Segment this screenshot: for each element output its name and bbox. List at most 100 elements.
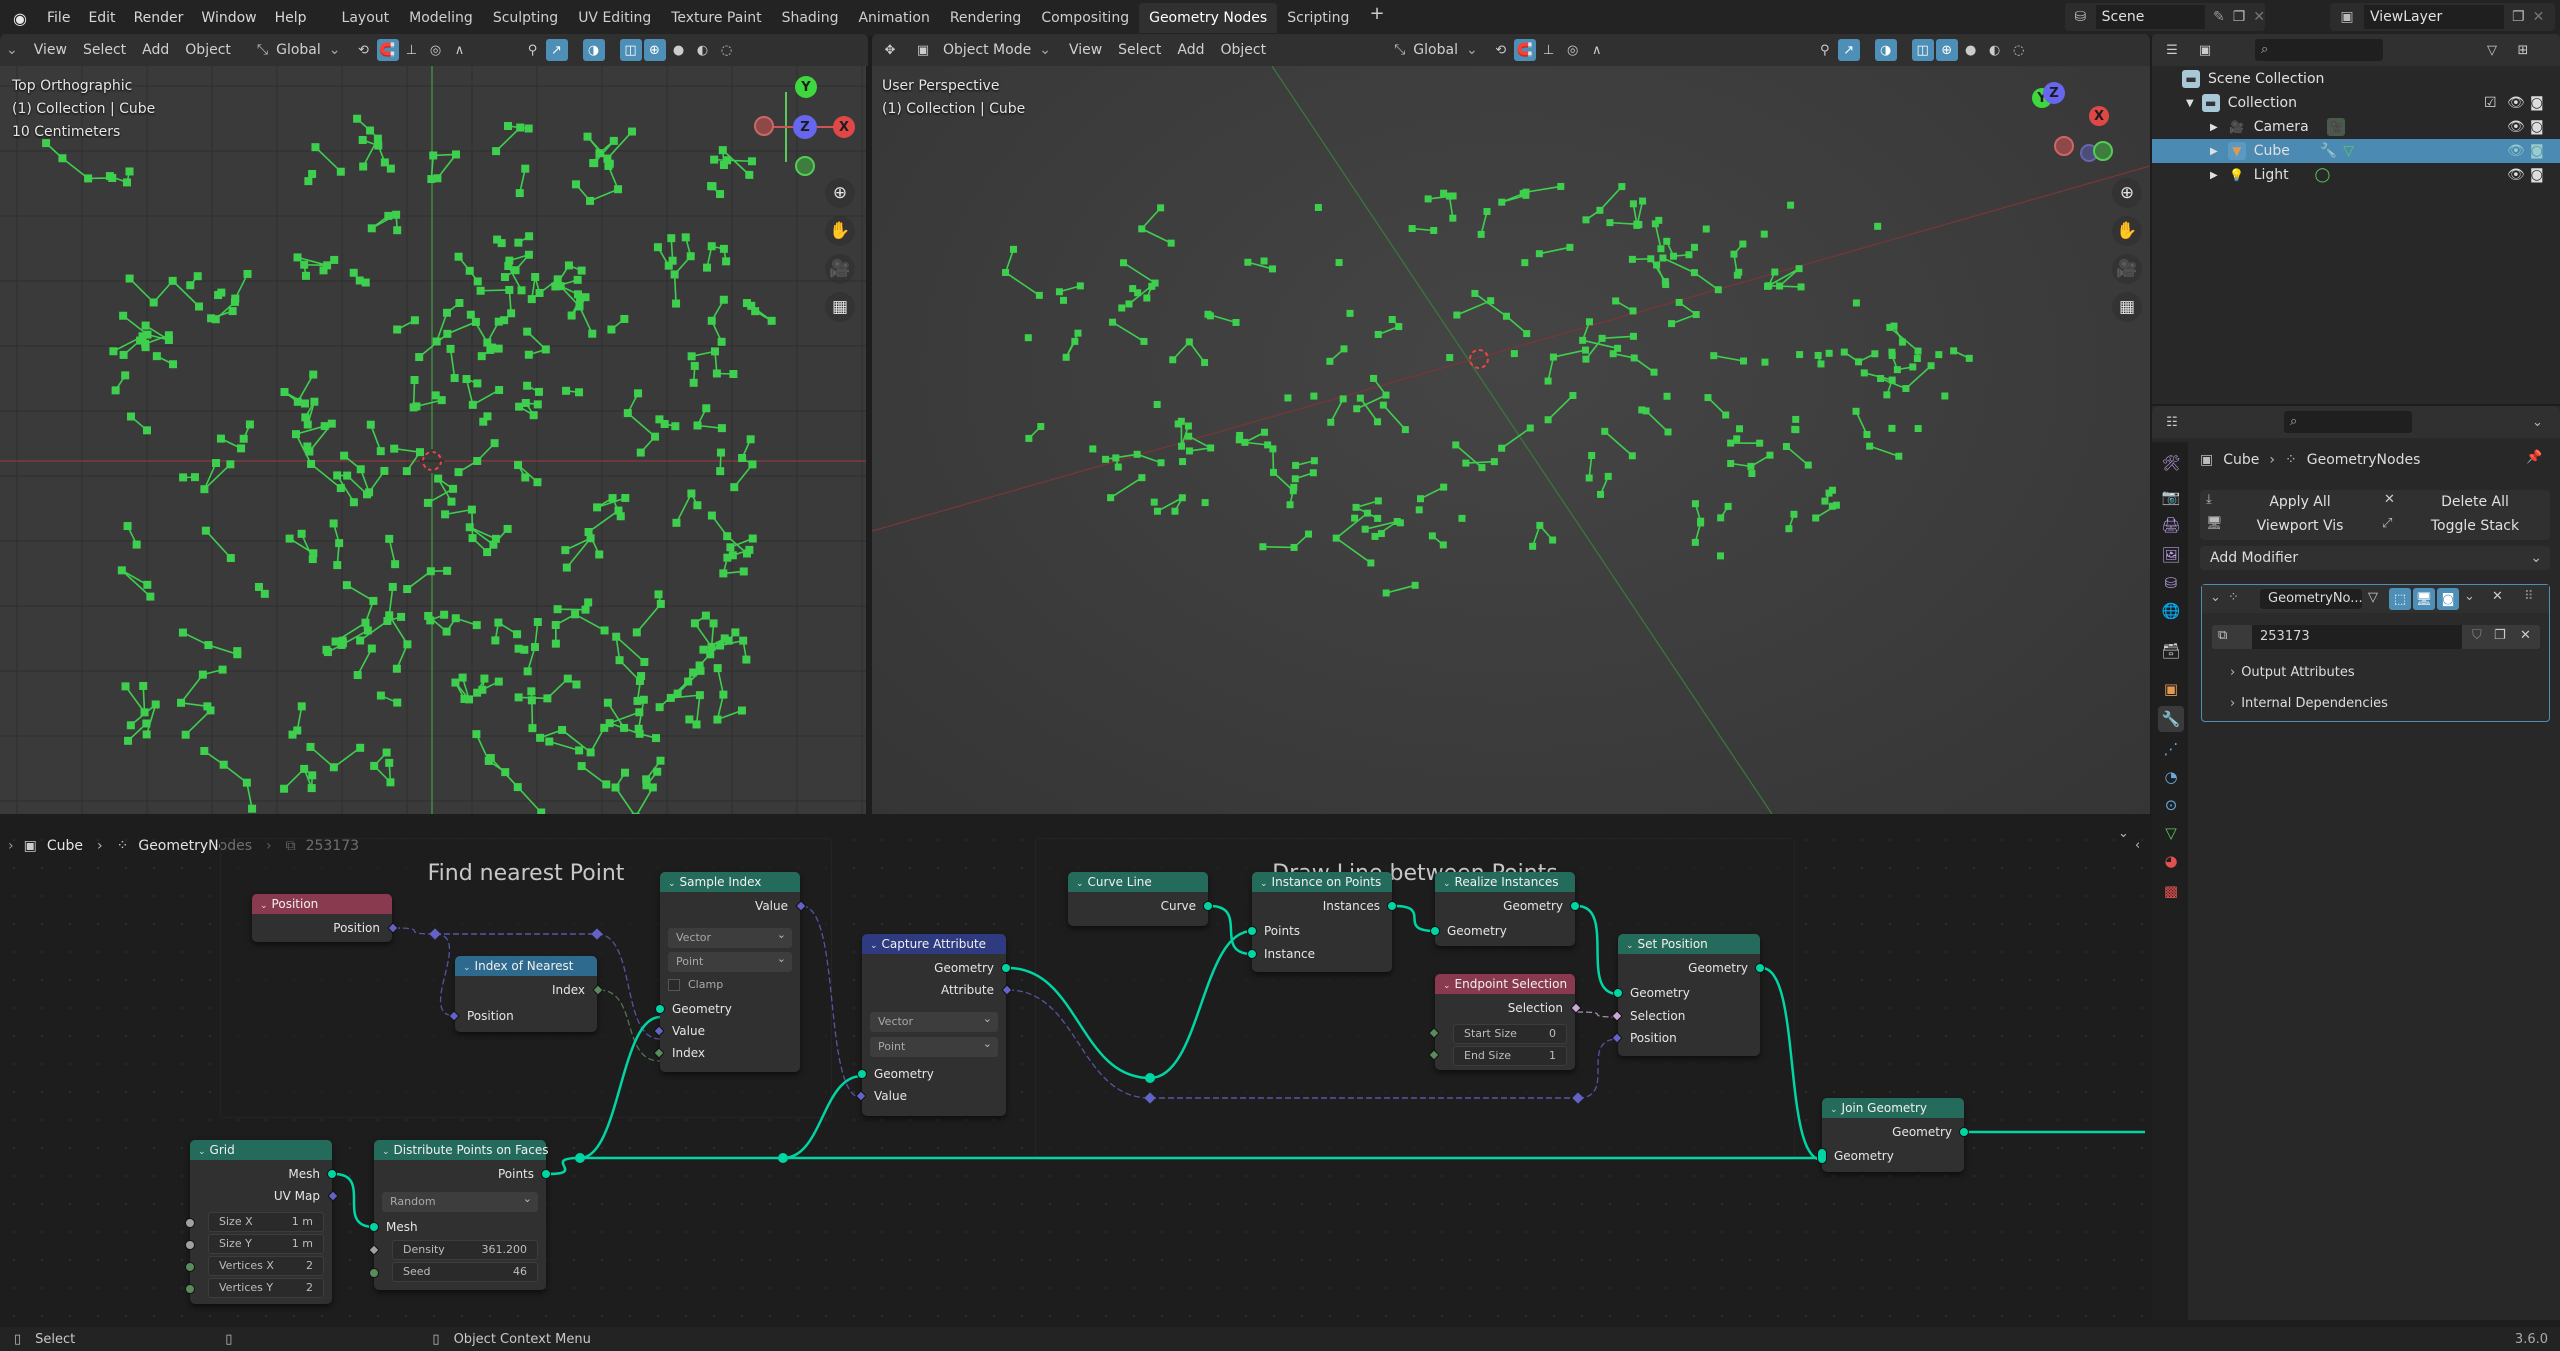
- int-socket[interactable]: [185, 1284, 195, 1294]
- outliner-item-scene-collection[interactable]: ▬ Scene Collection: [2152, 67, 2560, 91]
- node-tree-icon[interactable]: ⧉: [2218, 628, 2227, 643]
- shading-rendered-icon[interactable]: ◌: [2008, 39, 2030, 61]
- node-distribute-points-on-faces[interactable]: ⌄ Distribute Points on Faces Points Rando…: [368, 1140, 551, 1290]
- menu-add[interactable]: Add: [134, 42, 177, 58]
- menu-view[interactable]: View: [1061, 42, 1110, 58]
- node-link[interactable]: [333, 1172, 375, 1229]
- menu-object[interactable]: Object: [177, 42, 239, 58]
- expand-arrow-icon[interactable]: ▶: [2210, 170, 2218, 181]
- particles-tab-icon[interactable]: ⋰: [2158, 736, 2184, 762]
- geometry-socket[interactable]: [1001, 963, 1011, 973]
- render-tab-icon[interactable]: 📷: [2158, 484, 2184, 510]
- editor-type-icon[interactable]: ✥: [879, 39, 901, 61]
- render-camera-icon[interactable]: ◙: [2530, 119, 2544, 135]
- edit-mode-icon[interactable]: ▽: [2368, 590, 2378, 605]
- fake-user-shield-icon[interactable]: ⛉: [2472, 628, 2482, 643]
- gizmo-neg-x-axis[interactable]: [2054, 136, 2074, 156]
- snap-target-icon[interactable]: ⊥: [401, 39, 423, 61]
- float-socket[interactable]: [185, 1240, 195, 1250]
- node-header[interactable]: ⌄ Set Position: [1618, 934, 1760, 954]
- scene-tab-icon[interactable]: ⛁: [2158, 570, 2184, 596]
- pan-hand-icon[interactable]: ✋: [825, 216, 855, 246]
- view-layer-tab-icon[interactable]: 🖼: [2158, 542, 2184, 568]
- vertices-y-field[interactable]: Vertices Y 2: [208, 1278, 324, 1298]
- menu-select[interactable]: Select: [75, 42, 134, 58]
- geometry-socket[interactable]: [1570, 901, 1580, 911]
- header-collapse-icon[interactable]: ⌄: [2118, 826, 2129, 841]
- camera-data-icon[interactable]: 🎥: [2326, 118, 2345, 136]
- collection-tab-icon[interactable]: 🗃: [2158, 638, 2184, 664]
- gizmo-x-axis[interactable]: X: [833, 116, 855, 138]
- add-modifier-dropdown[interactable]: Add Modifier ⌄: [2200, 546, 2550, 570]
- render-camera-icon[interactable]: ◙: [2530, 143, 2544, 159]
- orientation-dropdown[interactable]: Global: [268, 42, 329, 58]
- zoom-icon[interactable]: ⊕: [2112, 178, 2142, 208]
- geometry-socket[interactable]: [1613, 988, 1623, 998]
- pivot-icon[interactable]: ⟲: [1490, 39, 1512, 61]
- gizmo-neg-y-axis[interactable]: [795, 156, 815, 176]
- tab-texture-paint[interactable]: Texture Paint: [661, 3, 771, 33]
- geometry-socket[interactable]: [369, 1222, 379, 1232]
- gizmo-y-axis[interactable]: Y: [795, 76, 817, 98]
- physics-tab-icon[interactable]: ◔: [2158, 764, 2184, 790]
- falloff-icon[interactable]: ∧: [1586, 39, 1608, 61]
- node-capture-attribute[interactable]: ⌄ Capture Attribute Geometry Attribute Ve…: [855, 934, 1013, 1116]
- mode-chevron-icon[interactable]: ⌄: [1039, 42, 1051, 58]
- menu-render[interactable]: Render: [125, 4, 193, 32]
- shading-wireframe-icon[interactable]: ⊕: [643, 39, 666, 61]
- filter-icon[interactable]: ▽: [2481, 39, 2503, 61]
- geometry-socket[interactable]: [1387, 901, 1397, 911]
- texture-tab-icon[interactable]: ▩: [2158, 878, 2184, 904]
- editor-type-chevron-icon[interactable]: ⌄: [6, 42, 18, 58]
- close-viewlayer-icon[interactable]: ✕: [2533, 9, 2545, 25]
- data-type-dropdown[interactable]: Vector: [870, 1009, 998, 1032]
- overlay-toggle-icon[interactable]: ◑: [1874, 39, 1897, 61]
- scene-name-field[interactable]: Scene: [2095, 5, 2205, 29]
- gizmo-neg-x-axis[interactable]: [754, 116, 774, 136]
- shading-material-icon[interactable]: ◐: [692, 39, 714, 61]
- camera-view-icon[interactable]: 🎥: [2112, 254, 2142, 284]
- viewlayer-selector[interactable]: ▣ ViewLayer ❐ ✕: [2330, 3, 2555, 31]
- int-socket[interactable]: [185, 1262, 195, 1272]
- tab-scripting[interactable]: Scripting: [1277, 3, 1359, 33]
- internal-dependencies-panel[interactable]: › Internal Dependencies: [2230, 696, 2388, 711]
- gizmo-neg-y-axis[interactable]: [2093, 141, 2113, 161]
- geometry-socket[interactable]: [1247, 926, 1257, 936]
- shading-material-icon[interactable]: ◐: [1984, 39, 2006, 61]
- reroute-node[interactable]: [575, 1153, 585, 1163]
- geometry-socket[interactable]: [327, 1169, 337, 1179]
- int-socket[interactable]: [369, 1268, 379, 1278]
- output-tab-icon[interactable]: 🖨: [2158, 512, 2184, 538]
- float-socket[interactable]: [185, 1218, 195, 1228]
- menu-select[interactable]: Select: [1110, 42, 1169, 58]
- node-header[interactable]: ⌄ Join Geometry: [1822, 1098, 1964, 1118]
- menu-view[interactable]: View: [26, 42, 75, 58]
- node-header[interactable]: ⌄ Curve Line: [1068, 872, 1208, 892]
- tab-animation[interactable]: Animation: [848, 3, 939, 33]
- vertices-x-field[interactable]: Vertices X 2: [208, 1256, 324, 1276]
- node-set-position[interactable]: ⌄ Set Position Geometry Geometry Selectio…: [1611, 934, 1765, 1056]
- constraints-tab-icon[interactable]: ⊙: [2158, 792, 2184, 818]
- node-link[interactable]: [547, 1156, 581, 1176]
- tab-shading[interactable]: Shading: [772, 3, 849, 33]
- zoom-icon[interactable]: ⊕: [825, 178, 855, 208]
- node-curve-line[interactable]: ⌄ Curve Line Curve: [1068, 872, 1213, 926]
- geometry-socket[interactable]: [1247, 949, 1257, 959]
- visibility-eye-icon[interactable]: 👁: [2507, 167, 2525, 183]
- copy-viewlayer-icon[interactable]: ❐: [2512, 9, 2525, 25]
- breadcrumb-object[interactable]: Cube: [47, 838, 83, 854]
- reroute-node[interactable]: [778, 1153, 788, 1163]
- orientation-dropdown[interactable]: Global: [1405, 42, 1466, 58]
- multi-input-geometry-socket[interactable]: [1817, 1148, 1827, 1164]
- outliner-item-cube[interactable]: ▶ ▼ Cube 🔧 ▽ 👁 ◙: [2152, 139, 2560, 163]
- geometry-socket[interactable]: [857, 1069, 867, 1079]
- tab-geometry-nodes[interactable]: Geometry Nodes: [1139, 3, 1278, 33]
- node-header[interactable]: ⌄ Capture Attribute: [862, 934, 1006, 954]
- new-collection-icon[interactable]: ⊞: [2512, 39, 2534, 61]
- node-header[interactable]: ⌄ Instance on Points: [1252, 872, 1392, 892]
- visibility-eye-icon[interactable]: 👁: [2507, 119, 2525, 135]
- editor-type-icon[interactable]: ☷: [2161, 411, 2183, 433]
- menu-object[interactable]: Object: [1212, 42, 1274, 58]
- shading-solid-icon[interactable]: ●: [668, 39, 690, 61]
- node-join-geometry[interactable]: ⌄ Join Geometry Geometry Geometry: [1817, 1098, 1969, 1172]
